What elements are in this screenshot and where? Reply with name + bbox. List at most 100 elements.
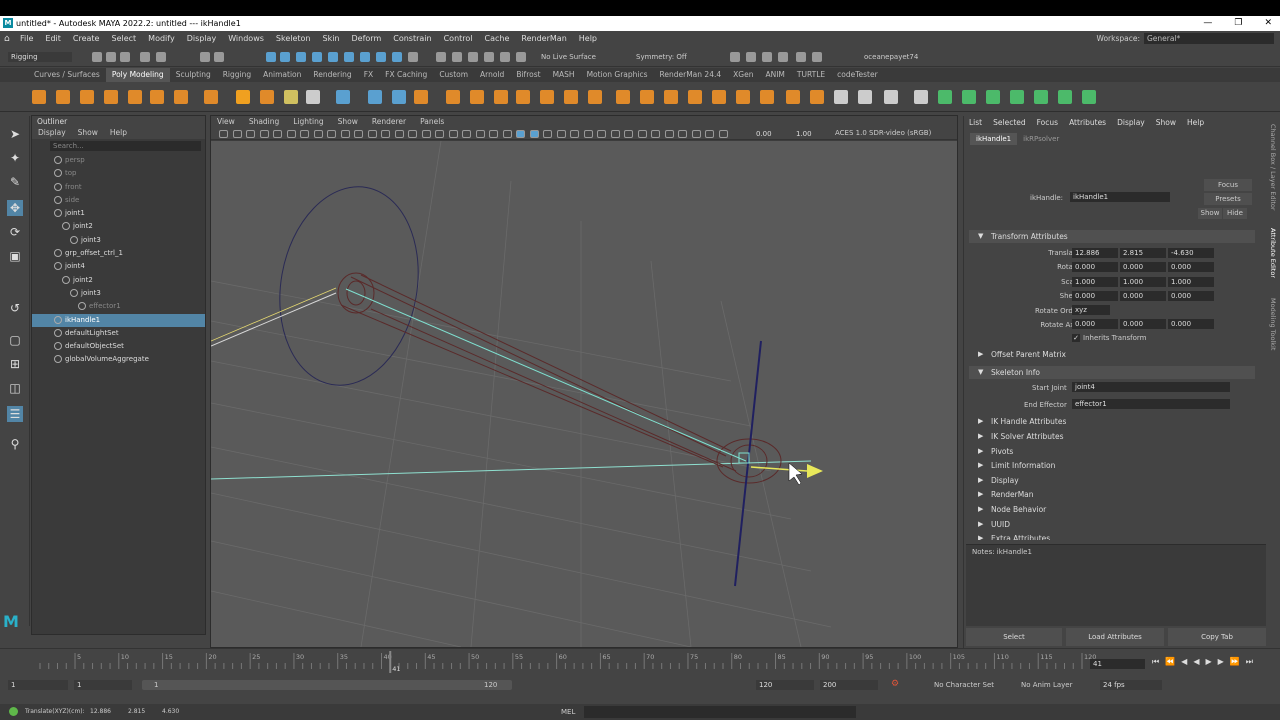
range-slider[interactable]: 1 120: [142, 680, 512, 690]
viewport-menu-shading[interactable]: Shading: [249, 116, 279, 128]
current-frame-field[interactable]: 41: [1090, 659, 1145, 669]
viewport-tool-icon[interactable]: [340, 130, 350, 138]
section-ik-solver-attributes[interactable]: ▶ IK Solver Attributes: [969, 430, 1255, 443]
attr-menu-attributes[interactable]: Attributes: [1069, 116, 1106, 130]
shelf-tool-icon[interactable]: [204, 90, 218, 104]
status-tool-icon[interactable]: [812, 52, 822, 62]
scene-start-field[interactable]: 1: [8, 680, 68, 690]
live-surface-label[interactable]: No Live Surface: [541, 53, 596, 61]
viewport-tool-icon[interactable]: [327, 130, 336, 138]
viewport-menu-lighting[interactable]: Lighting: [293, 116, 323, 128]
shear-z-field[interactable]: 0.000: [1168, 291, 1214, 301]
section-pivots[interactable]: ▶ Pivots: [969, 445, 1255, 458]
shelf-tab-15[interactable]: ANIM: [759, 68, 790, 82]
status-tool-icon[interactable]: [730, 52, 740, 62]
shelf-tool-icon[interactable]: [938, 90, 952, 104]
viewport-scene[interactable]: [211, 141, 957, 647]
translate-x-field[interactable]: 12.886: [1072, 248, 1118, 258]
status-tool-icon[interactable]: [296, 52, 306, 62]
presets-button[interactable]: Presets: [1204, 193, 1252, 205]
status-tool-icon[interactable]: [452, 52, 462, 62]
modeling-toolkit-tab[interactable]: Modeling Toolkit: [1269, 298, 1277, 350]
attr-menu-show[interactable]: Show: [1156, 116, 1176, 130]
attr-menu-selected[interactable]: Selected: [993, 116, 1026, 130]
viewport-menu-renderer[interactable]: Renderer: [372, 116, 406, 128]
shelf-tool-icon[interactable]: [236, 90, 250, 104]
viewport-tool-icon[interactable]: [543, 130, 552, 138]
attr-menu-focus[interactable]: Focus: [1037, 116, 1058, 130]
shelf-tab-14[interactable]: XGen: [727, 68, 759, 82]
colorspace-label[interactable]: ACES 1.0 SDR-video (sRGB): [835, 129, 931, 137]
status-tool-icon[interactable]: [436, 52, 446, 62]
shear-x-field[interactable]: 0.000: [1072, 291, 1118, 301]
copy-tab-button[interactable]: Copy Tab: [1168, 628, 1266, 646]
mel-label[interactable]: MEL: [561, 708, 575, 716]
channel-box-tab[interactable]: Channel Box / Layer Editor: [1269, 124, 1277, 211]
viewport-tool-icon[interactable]: [381, 130, 390, 138]
viewport-tool-icon[interactable]: [610, 130, 620, 138]
viewport-tool-icon[interactable]: [475, 130, 485, 138]
shelf-tab-9[interactable]: Arnold: [474, 68, 510, 82]
outliner-node[interactable]: side: [32, 194, 205, 207]
shear-y-field[interactable]: 0.000: [1120, 291, 1166, 301]
symmetry-dropdown[interactable]: Symmetry: Off: [636, 53, 687, 61]
viewport-tool-icon[interactable]: [300, 130, 309, 138]
playback-end-field[interactable]: 120: [756, 680, 814, 690]
status-tool-icon[interactable]: [140, 52, 150, 62]
status-tool-icon[interactable]: [280, 52, 290, 62]
shelf-tool-icon[interactable]: [712, 90, 726, 104]
status-tool-icon[interactable]: [106, 52, 116, 62]
shelf-tool-icon[interactable]: [914, 90, 928, 104]
status-tool-icon[interactable]: [796, 52, 806, 62]
viewport-tool-icon[interactable]: [718, 130, 728, 138]
attribute-editor-tab[interactable]: Attribute Editor: [1269, 228, 1277, 278]
viewport-tool-icon[interactable]: [435, 130, 444, 138]
scale-tool-icon[interactable]: ▣: [7, 248, 23, 264]
status-tool-icon[interactable]: [376, 52, 386, 62]
lasso-tool-icon[interactable]: ✦: [7, 150, 23, 166]
character-set-dropdown[interactable]: No Character Set: [934, 681, 994, 689]
viewport-tool-icon[interactable]: [367, 130, 377, 138]
rotate-axis-z-field[interactable]: 0.000: [1168, 319, 1214, 329]
outliner-node[interactable]: persp: [32, 154, 205, 167]
shelf-tool-icon[interactable]: [760, 90, 774, 104]
menu-create[interactable]: Create: [67, 31, 106, 47]
viewport-tool-icon[interactable]: [246, 130, 255, 138]
load-attributes-button[interactable]: Load Attributes: [1066, 628, 1164, 646]
menu-file[interactable]: File: [14, 31, 39, 47]
outliner-node[interactable]: top: [32, 167, 205, 180]
rotate-axis-y-field[interactable]: 0.000: [1120, 319, 1166, 329]
play-forward-icon[interactable]: ▶: [1205, 657, 1211, 667]
attr-tab-ikhandle1[interactable]: ikHandle1: [970, 133, 1018, 145]
outliner-node[interactable]: joint2: [32, 274, 205, 287]
shelf-tool-icon[interactable]: [810, 90, 824, 104]
outliner-node[interactable]: joint4: [32, 260, 205, 273]
viewport-menu-panels[interactable]: Panels: [420, 116, 444, 128]
focus-button[interactable]: Focus: [1204, 179, 1252, 191]
layout-quad-icon[interactable]: ⊞: [7, 356, 23, 372]
outliner-node[interactable]: effector1: [32, 300, 205, 313]
paint-tool-icon[interactable]: ✎: [7, 174, 23, 190]
shelf-tab-12[interactable]: Motion Graphics: [581, 68, 654, 82]
section-limit-information[interactable]: ▶ Limit Information: [969, 459, 1255, 472]
shelf-tool-icon[interactable]: [174, 90, 188, 104]
shelf-tool-icon[interactable]: [1082, 90, 1096, 104]
shelf-tool-icon[interactable]: [260, 90, 274, 104]
viewport-tool-icon[interactable]: [219, 130, 228, 138]
menu-control[interactable]: Control: [438, 31, 479, 47]
status-tool-icon[interactable]: [156, 52, 166, 62]
viewport-tool-icon[interactable]: [624, 130, 633, 138]
rotate-axis-x-field[interactable]: 0.000: [1072, 319, 1118, 329]
workspace-dropdown[interactable]: General*: [1144, 33, 1274, 44]
section-renderman[interactable]: ▶ RenderMan: [969, 488, 1255, 501]
shelf-tool-icon[interactable]: [80, 90, 94, 104]
rotate-tool-icon[interactable]: ⟳: [7, 224, 23, 240]
time-slider[interactable]: 5 10 15 20 25 30 35 40 45 50 55 60 65 70 75 80 85 90 95 100…: [0, 648, 1280, 676]
fps-dropdown[interactable]: 24 fps: [1100, 680, 1162, 690]
viewport-tool-icon[interactable]: [354, 130, 363, 138]
viewport-tool-icon[interactable]: [597, 130, 606, 138]
viewport-tool-icon[interactable]: [529, 130, 539, 138]
viewport-tool-icon[interactable]: [273, 130, 282, 138]
status-tool-icon[interactable]: [392, 52, 402, 62]
outliner-menu-help[interactable]: Help: [110, 127, 127, 139]
